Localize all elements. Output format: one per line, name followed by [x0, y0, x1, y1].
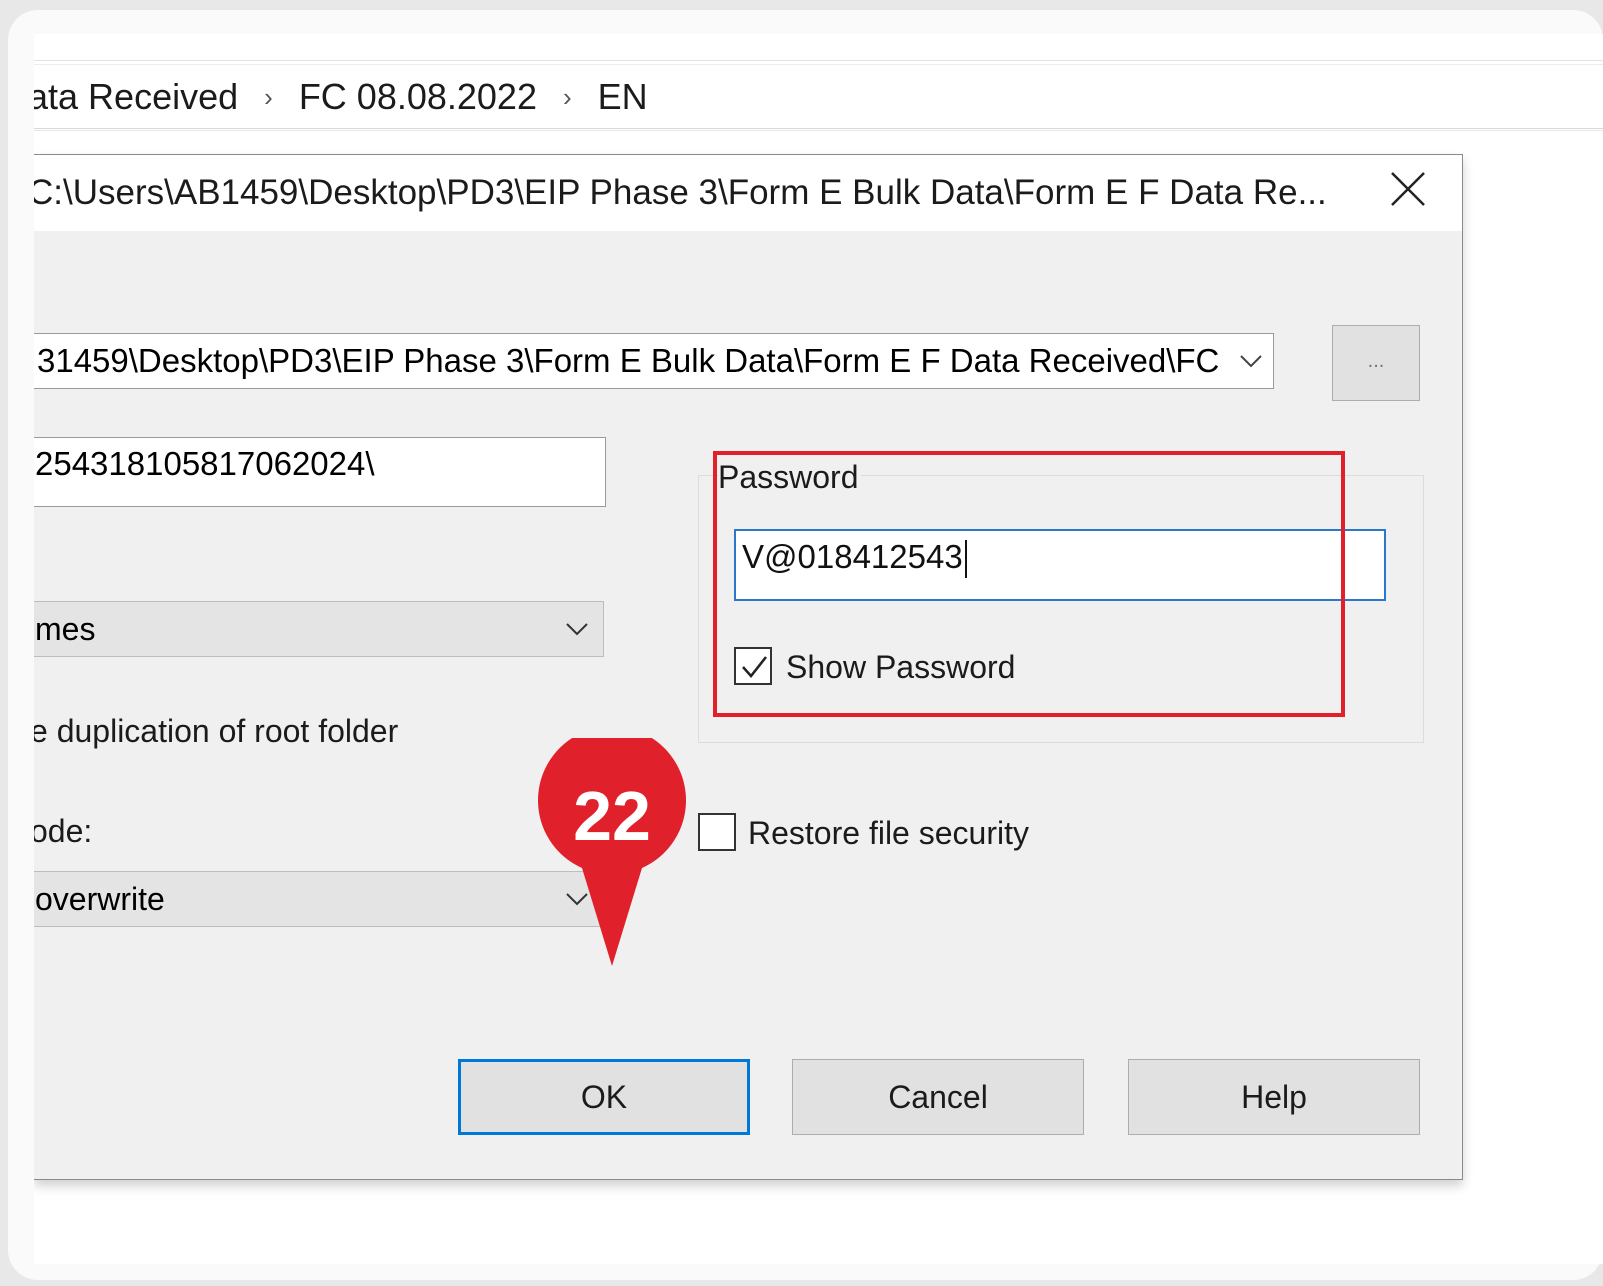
- explorer-window: ata Received › FC 08.08.2022 › EN C:\Use…: [34, 34, 1603, 1264]
- breadcrumb-item-fc-date[interactable]: FC 08.08.2022: [299, 76, 537, 118]
- chevron-right-icon: ›: [264, 81, 273, 112]
- show-password-checkbox[interactable]: [734, 647, 772, 685]
- path-mode-combo[interactable]: mes: [34, 601, 604, 657]
- show-password-label[interactable]: Show Password: [786, 649, 1015, 686]
- cancel-button[interactable]: Cancel: [792, 1059, 1084, 1135]
- close-icon[interactable]: [1386, 169, 1430, 213]
- extract-dialog: C:\Users\AB1459\Desktop\PD3\EIP Phase 3\…: [34, 154, 1463, 1180]
- help-button[interactable]: Help: [1128, 1059, 1420, 1135]
- restore-file-security-label[interactable]: Restore file security: [748, 815, 1029, 852]
- restore-file-security-checkbox[interactable]: [698, 813, 736, 851]
- step-number: 22: [573, 777, 651, 855]
- ok-button[interactable]: OK: [458, 1059, 750, 1135]
- dialog-title: C:\Users\AB1459\Desktop\PD3\EIP Phase 3\…: [34, 173, 1327, 212]
- destination-path-combo[interactable]: 31459\Desktop\PD3\EIP Phase 3\Form E Bul…: [34, 333, 1274, 389]
- password-value: V@018412543: [742, 538, 963, 575]
- folder-name-input[interactable]: 254318105817062024\: [34, 437, 606, 507]
- overwrite-mode-label: ode:: [34, 813, 93, 849]
- password-group: [698, 475, 1424, 743]
- password-label: Password: [718, 459, 861, 496]
- browse-button[interactable]: ...: [1332, 325, 1420, 401]
- breadcrumb-item-en[interactable]: EN: [598, 76, 648, 118]
- destination-path-value: 31459\Desktop\PD3\EIP Phase 3\Form E Bul…: [37, 342, 1220, 379]
- breadcrumb-item-data-received[interactable]: ata Received: [34, 76, 238, 118]
- text-caret: [964, 540, 967, 579]
- eliminate-duplication-label: e duplication of root folder: [34, 713, 399, 749]
- overwrite-mode-combo[interactable]: overwrite: [34, 871, 604, 927]
- checkmark-icon: [742, 656, 767, 678]
- overwrite-mode-value: overwrite: [35, 881, 165, 917]
- dialog-titlebar: C:\Users\AB1459\Desktop\PD3\EIP Phase 3\…: [34, 155, 1462, 231]
- password-input[interactable]: V@018412543: [734, 529, 1386, 601]
- divider: [34, 60, 1603, 61]
- step-marker: 22: [538, 726, 686, 968]
- screenshot-frame: ata Received › FC 08.08.2022 › EN C:\Use…: [8, 10, 1603, 1280]
- chevron-down-icon[interactable]: [1239, 334, 1263, 388]
- chevron-down-icon[interactable]: [565, 602, 589, 656]
- breadcrumb[interactable]: ata Received › FC 08.08.2022 › EN: [34, 66, 1603, 129]
- divider: [34, 130, 1603, 131]
- divider: [34, 64, 1603, 65]
- path-mode-value: mes: [35, 611, 96, 647]
- chevron-right-icon: ›: [562, 81, 572, 112]
